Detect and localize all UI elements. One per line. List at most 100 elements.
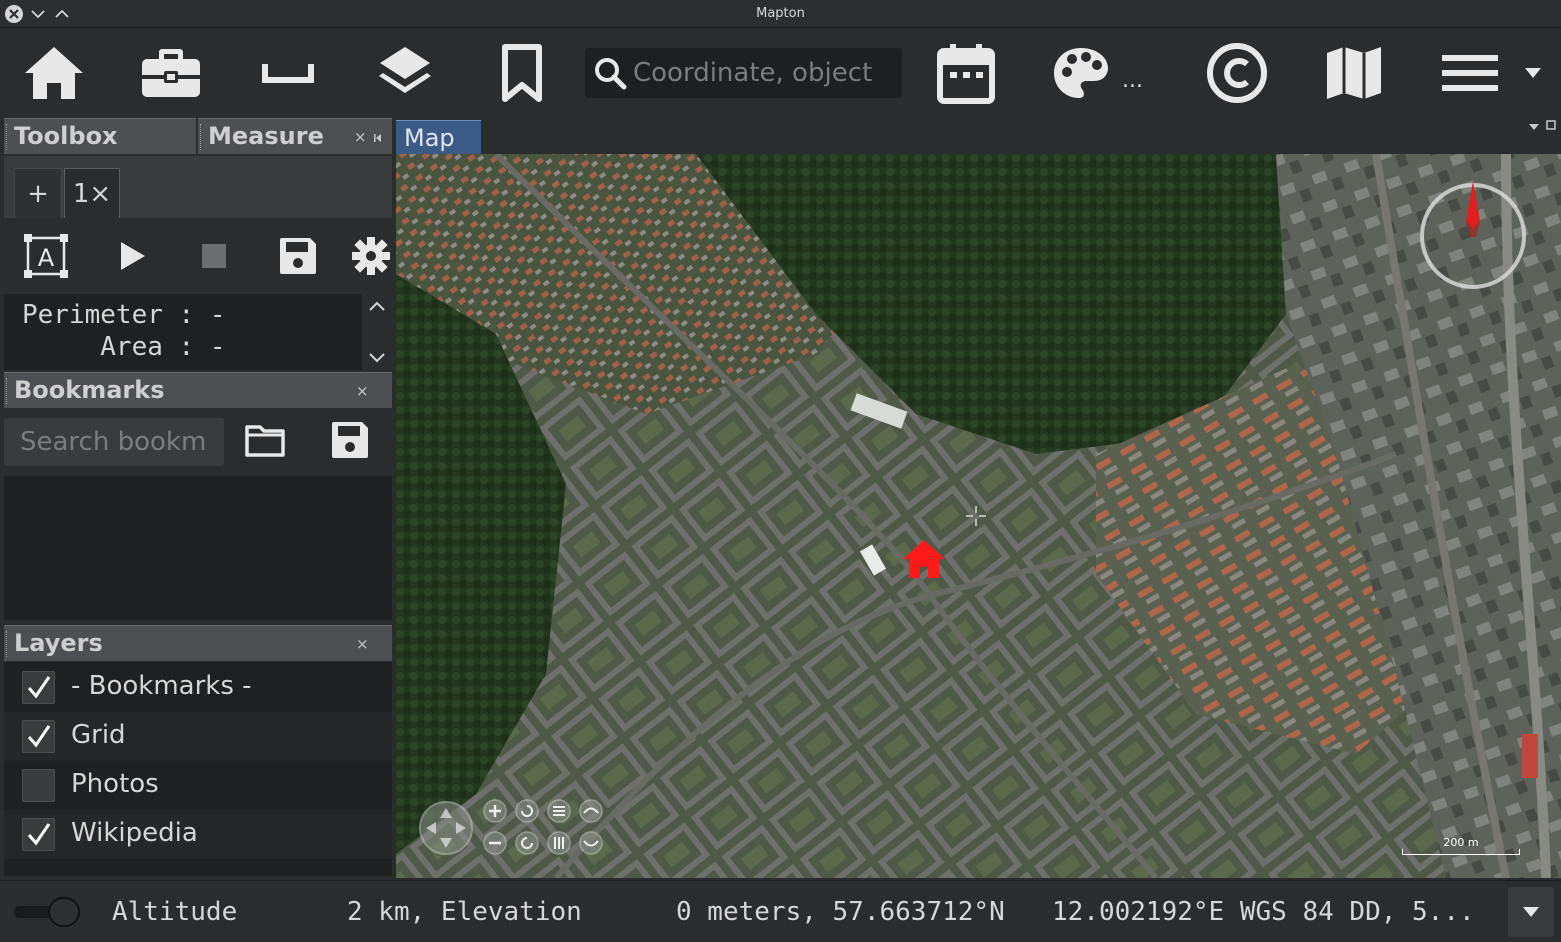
undock-icon[interactable] [373,133,383,143]
bookmark-search-input[interactable] [20,425,220,459]
bookmarks-title: Bookmarks [14,376,165,404]
map-icon [1327,47,1381,99]
status-dropdown-button[interactable] [1508,887,1554,937]
copyright-button[interactable] [1204,40,1270,106]
tab-toolbox[interactable]: Toolbox [4,118,196,154]
svg-text:A: A [38,244,55,272]
altitude-toggle[interactable] [14,897,84,927]
calendar-button[interactable] [936,40,996,106]
text-box-icon: A [24,234,68,278]
rotate-left-icon[interactable] [514,798,540,824]
open-bookmarks-button[interactable] [244,422,288,462]
stop-icon [202,244,226,268]
checkmark-icon [27,676,51,699]
play-button[interactable] [104,228,160,284]
status-longitude: 12.002192°E WGS 84 DD, 5... [1052,897,1475,927]
search-icon [595,58,627,90]
layer-checkbox[interactable] [22,671,55,704]
save-icon [280,238,316,274]
save-icon [332,422,368,458]
zoom-out-icon[interactable] [482,830,508,856]
window-title: Mapton [756,6,805,21]
bookmark-search-box[interactable] [4,418,224,466]
main-toolbar: ... [0,28,1561,118]
drag-grip[interactable] [200,124,203,150]
map-tab-bar: Map [396,118,1561,154]
bookmark-icon [502,44,542,102]
status-bar: Altitude 2 km, Elevation 0 meters, 57.66… [0,880,1561,942]
measure-tab-1[interactable]: 1× [64,168,120,218]
folder-open-icon [245,425,285,457]
bookmarks-title-bar: Bookmarks × [4,372,392,408]
compass-icon[interactable] [1418,181,1528,291]
save-measure-button[interactable] [270,228,326,284]
text-label-button[interactable]: A [18,228,74,284]
coordinate-search-input[interactable] [633,56,893,90]
altitude-label: Altitude [112,897,238,927]
drag-grip[interactable] [6,631,9,657]
home-icon [25,47,83,99]
rotate-right-icon[interactable] [514,830,540,856]
drag-grip[interactable] [6,378,9,404]
close-icon[interactable]: × [354,128,367,146]
layer-checkbox[interactable] [22,769,55,802]
measure-icon [262,64,314,83]
layer-row-wikipedia[interactable]: Wikipedia [4,810,392,859]
checkmark-icon [27,823,51,846]
play-icon [121,242,145,270]
save-bookmarks-button[interactable] [330,420,370,460]
measure-tools: A [4,218,392,294]
theme-ellipsis: ... [1122,67,1143,93]
scale-label: 200 m [1443,836,1479,849]
maximize-pane-icon[interactable] [1546,120,1556,130]
chevron-down-icon [1523,907,1539,917]
layer-checkbox[interactable] [22,720,55,753]
toolbox-icon [142,49,200,97]
measure-button[interactable] [258,40,318,106]
bookmarks-button[interactable] [494,40,550,106]
coordinate-search-box[interactable] [585,48,902,98]
chevron-up-icon [369,301,385,311]
look-down-icon[interactable] [578,830,604,856]
drag-grip[interactable] [6,124,9,150]
layer-checkbox[interactable] [22,818,55,851]
tilt-up-icon[interactable] [546,798,572,824]
home-button[interactable] [20,40,88,106]
tab-map[interactable]: Map [396,120,481,154]
layers-button[interactable] [372,40,438,106]
layer-label: - Bookmarks - [71,671,252,701]
add-measure-tab[interactable]: + [14,168,62,218]
location-marker-icon[interactable] [901,538,947,580]
scale-bar: 200 m [1400,834,1522,858]
tab-measure[interactable]: Measure × [198,118,392,154]
main-menu-button[interactable] [1440,40,1546,106]
bookmarks-toolbar [4,408,392,476]
map-button[interactable] [1324,40,1384,106]
tab-toolbox-label: Toolbox [14,122,118,150]
layer-row-grid[interactable]: Grid [4,712,392,761]
layer-label: Photos [71,769,159,799]
pan-control-icon[interactable] [418,800,474,856]
measure-scrollbar[interactable] [362,294,392,370]
layer-row-bookmarks[interactable]: - Bookmarks - [4,663,392,712]
toolbox-button[interactable] [138,40,204,106]
zoom-in-icon[interactable] [482,798,508,824]
layer-row-photos[interactable]: Photos [4,761,392,810]
theme-button[interactable]: ... [1052,40,1152,106]
layers-list: - Bookmarks - Grid Photos Wikipedia [4,662,392,876]
measure-settings-button[interactable] [350,228,392,284]
checkmark-icon [27,725,51,748]
stop-button[interactable] [186,228,242,284]
tab-map-label: Map [404,124,455,152]
map-view[interactable]: 200 m [396,154,1561,878]
status-elevation-latitude: 0 meters, 57.663712°N [676,897,1005,927]
look-up-icon[interactable] [578,798,604,824]
tab-list-icon[interactable] [1528,123,1540,131]
chevron-down-icon [369,353,385,363]
tilt-down-icon[interactable] [546,830,572,856]
close-icon[interactable]: × [356,382,369,400]
crosshair-icon [966,506,986,526]
menu-icon [1442,55,1498,91]
close-icon[interactable]: × [356,635,369,653]
bookmarks-list[interactable] [4,476,392,620]
